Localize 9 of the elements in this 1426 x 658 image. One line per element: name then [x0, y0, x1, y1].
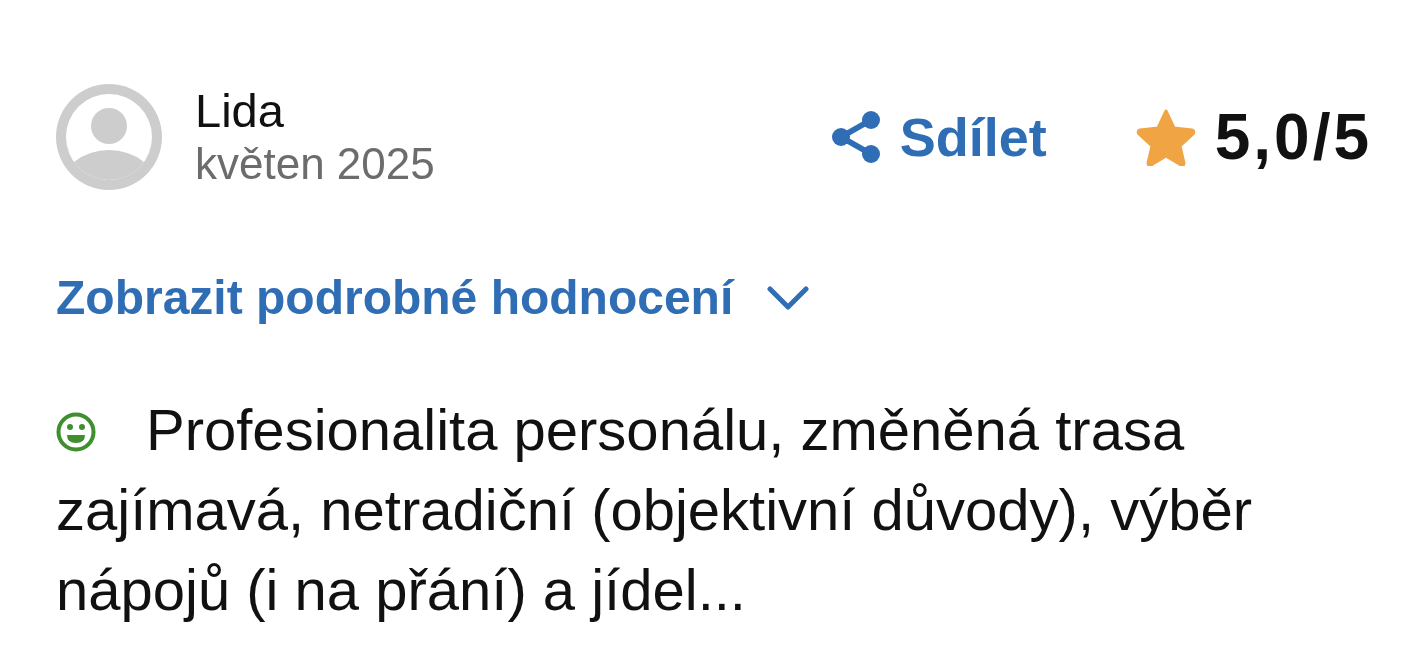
author-name: Lida	[195, 84, 284, 138]
details-toggle[interactable]: Zobrazit podrobné hodnocení	[56, 269, 810, 326]
star-icon	[1134, 108, 1197, 166]
share-button[interactable]: Sdílet	[831, 107, 1047, 167]
review-date: květen 2025	[195, 138, 435, 190]
review-text: Profesionalita personálu, změněná trasa zajímavá, netradiční (objektivní důvody), výběr nápojů (i na přání) a jídel...	[56, 397, 1252, 622]
rating-value: 5,0/5	[1214, 102, 1372, 172]
share-icon	[831, 111, 880, 163]
user-avatar-icon	[56, 84, 162, 190]
